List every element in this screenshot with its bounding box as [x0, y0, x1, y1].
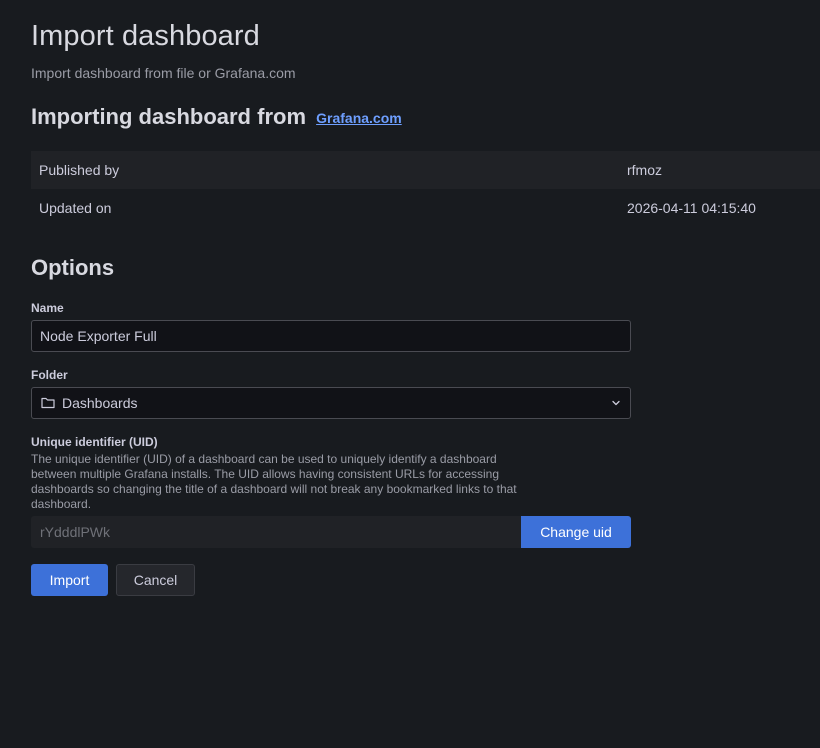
name-label: Name — [31, 301, 64, 315]
uid-description: The unique identifier (UID) of a dashboa… — [31, 452, 517, 511]
cancel-button[interactable]: Cancel — [116, 564, 195, 596]
import-dashboard-page: Import dashboard Import dashboard from f… — [0, 0, 820, 748]
folder-label: Folder — [31, 368, 68, 382]
dashboard-info-table: Published by rfmoz Updated on 2026-04-11… — [31, 151, 820, 227]
uid-input: rYdddlPWk — [31, 516, 521, 548]
published-by-label: Published by — [39, 162, 120, 178]
info-row-updated: Updated on 2026-04-11 04:15:40 — [31, 189, 820, 227]
import-source-heading: Importing dashboard from Grafana.com — [31, 104, 402, 130]
info-row-published: Published by rfmoz — [31, 151, 820, 189]
import-button[interactable]: Import — [31, 564, 108, 596]
options-heading: Options — [31, 255, 115, 280]
uid-row: rYdddlPWk Change uid — [31, 516, 631, 548]
change-uid-button[interactable]: Change uid — [521, 516, 631, 548]
page-title: Import dashboard — [31, 20, 260, 52]
import-source-text: Importing dashboard from — [31, 104, 306, 129]
form-actions: Import Cancel — [31, 564, 195, 596]
folder-select-value: Dashboards — [62, 395, 138, 411]
updated-on-value: 2026-04-11 04:15:40 — [627, 200, 756, 216]
grafana-com-link[interactable]: Grafana.com — [316, 110, 402, 126]
folder-select[interactable]: Dashboards — [31, 387, 631, 419]
published-by-value: rfmoz — [627, 162, 662, 178]
page-subtitle: Import dashboard from file or Grafana.co… — [31, 65, 296, 81]
uid-label: Unique identifier (UID) — [31, 435, 158, 449]
name-input[interactable] — [31, 320, 631, 352]
chevron-down-icon — [610, 397, 622, 409]
folder-icon — [40, 395, 56, 411]
updated-on-label: Updated on — [39, 200, 112, 216]
